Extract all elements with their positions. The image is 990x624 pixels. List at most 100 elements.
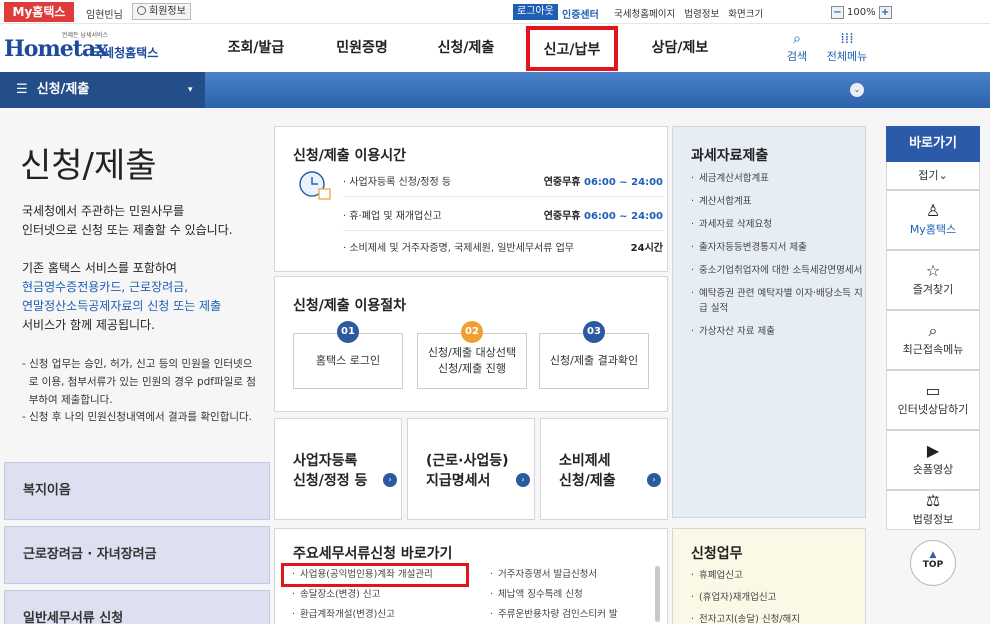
time-days: 연중무휴 [543,177,581,188]
time-row-1: · 사업자등록 신청/정정 등 연중무휴 06:00 ~ 24:00 [343,173,663,197]
step-number-badge: 02 [461,321,483,343]
expand-circle-icon[interactable]: ⌄ [850,83,864,97]
time-row-3: · 소비제세 및 거주자증명, 국제세원, 일반세무서류 업무 24시간 [343,239,663,262]
tax-data-panel: 과세자료제출 세금계산서합계표 계산서합계표 과세자료 삭제요청 출자자등등변경… [672,126,866,518]
step-label: 신청/제출 결과확인 [549,354,639,367]
tax-data-title: 과세자료제출 [691,148,769,164]
quick-recent-menu[interactable]: ⌕ 최근접속메뉴 [886,310,980,370]
arrow-right-icon: › [516,473,530,487]
quick-short-video[interactable]: ▶ 숏폼영상 [886,430,980,490]
docs-scrollbar[interactable] [655,566,660,622]
quick-label: 최근접속메뉴 [902,343,964,356]
logout-button[interactable]: 로그아웃 [513,4,558,20]
logo-korean: 국세청홈택스 [92,46,159,60]
tile-label: 사업자등록 신청/정정 등 [293,451,367,491]
nav-inquiry[interactable]: 조회/발급 [214,24,298,72]
intro-p2-line1: 기존 홈택스 서비스를 포함하여 [22,261,177,275]
nav-application[interactable]: 신청/제출 [424,24,508,72]
step-number-badge: 03 [583,321,605,343]
application-work-item[interactable]: (휴업자)재개업신고 [691,591,863,605]
step-number-badge: 01 [337,321,359,343]
auth-center-link[interactable]: 인증센터 [562,6,599,21]
nav-consult[interactable]: 상담/제보 [638,24,722,72]
payment-statement-tile[interactable]: (근로·사업등) 지급명세서 › [407,418,535,520]
zoom-out-button[interactable]: − [831,5,844,19]
member-info-label: 회원정보 [149,6,186,17]
application-work-item[interactable]: 전자고지(송달) 신청/해지 [691,613,863,624]
intro-paragraph-2: 기존 홈택스 서비스를 포함하여현금영수증전용카드, 근로장려금, 연말정산소득공… [22,259,221,335]
tax-data-item[interactable]: 세금계산서합계표 [691,171,863,186]
application-work-panel: 신청업무 휴폐업신고 (휴업자)재개업신고 전자고지(송달) 신청/해지 [672,528,866,624]
member-info-button[interactable]: 회원정보 [132,3,191,20]
arrow-right-icon: › [647,473,661,487]
earned-income-link[interactable]: 근로장려금 · 자녀장려금 [4,526,270,584]
fold-label: 접기 [918,169,939,182]
consumption-tax-tile[interactable]: 소비제세 신청/제출 › [540,418,668,520]
quick-online-consult[interactable]: ▭ 인터넷상담하기 [886,370,980,430]
sub-nav-title[interactable]: ☰ 신청/제출 [16,72,89,108]
tile-line1: 사업자등록 [293,453,358,469]
intro-paragraph-1: 국세청에서 주관하는 민원사무를 인터넷으로 신청 또는 제출할 수 있습니다. [22,202,233,240]
chevron-down-icon[interactable]: ▾ [188,72,193,108]
person-icon: ♙ [925,201,941,220]
recent-icon: ⌕ [928,321,938,340]
chevron-down-icon: ⌄ [938,169,948,182]
doc-link[interactable]: 체납액 징수특례 신청 [490,585,652,605]
zoom-in-button[interactable]: + [878,5,892,19]
nav-certificate[interactable]: 민원증명 [320,24,404,72]
monitor-icon: ▭ [925,381,941,400]
doc-link[interactable]: 거주자증명서 발급신청서 [490,565,652,585]
step-line2: 신청/제출 진행 [438,362,506,375]
tile-line2: 지급명세서 [426,473,491,489]
tax-data-item[interactable]: 과세자료 삭제요청 [691,217,863,232]
nav-report-payment[interactable]: 신고/납부 [526,26,618,71]
business-registration-tile[interactable]: 사업자등록 신청/정정 등 › [274,418,402,520]
application-work-list: 휴폐업신고 (휴업자)재개업신고 전자고지(송달) 신청/해지 [691,569,863,624]
quick-law-info[interactable]: ⚖ 법령정보 [886,490,980,530]
main-header: 언제든 납세서비스 Hometax 국세청홈택스 조회/발급 민원증명 신청/제… [0,24,990,72]
top-label: TOP [922,560,944,570]
hometax-logo[interactable]: 언제든 납세서비스 Hometax 국세청홈택스 [4,28,174,68]
quick-label: 법령정보 [912,513,954,526]
doc-link[interactable]: 주류운반용차량 검인스티커 발 [490,605,652,624]
note1-line3: 부하여 제출합니다. [28,394,113,406]
note1-line2: 로 이용, 첨부서류가 있는 민원의 경우 pdf파일로 첨 [28,376,256,388]
highlight-box [281,563,469,587]
law-info-link[interactable]: 법령정보 [684,9,719,20]
general-docs-link[interactable]: 일반세무서류 신청 [4,590,270,624]
welfare-link[interactable]: 복지이음 [4,462,270,520]
application-work-item[interactable]: 휴폐업신고 [691,569,863,583]
tax-data-item[interactable]: 예탁증권 관련 예탁자별 이자·배당소득 지급 실적 [691,286,863,316]
nts-homepage-link[interactable]: 국세청홈페이지 [614,9,675,20]
step-label: 신청/제출 대상선택 신청/제출 진행 [428,345,516,377]
tax-data-item[interactable]: 가상자산 자료 제출 [691,324,863,339]
my-hometax-button[interactable]: My홈택스 [4,2,74,22]
time-range: 06:00 ~ 24:00 [583,211,663,222]
intro-p1-line2: 인터넷으로 신청 또는 제출할 수 있습니다. [22,223,233,237]
tax-data-item[interactable]: 출자자등등변경통지서 제출 [691,240,863,255]
quick-menu-fold-button[interactable]: 접기⌄ [886,162,980,190]
intro-p2-line3: 연말정산소득공제자료의 신청 또는 제출 [22,299,222,313]
doc-link[interactable]: 환급계좌개설(변경)신고 [292,605,472,624]
screen-size-label: 화면크기 [728,9,764,20]
intro-note-2: - 신청 후 나의 민원신청내역에서 결과를 확인합니다. [22,411,253,423]
quick-favorites[interactable]: ☆ 즐겨찾기 [886,250,980,310]
time-row-2: · 휴·폐업 및 재개업신고 연중무휴 06:00 ~ 24:00 [343,207,663,231]
tax-data-item[interactable]: 계산서합계표 [691,194,863,209]
time-range: 06:00 ~ 24:00 [583,177,663,188]
intro-p2-line2: 현금영수증전용카드, 근로장려금, [22,280,189,294]
quick-my-hometax[interactable]: ♙ My홈택스 [886,190,980,250]
tile-label: (근로·사업등) 지급명세서 [426,451,509,491]
doc-link[interactable]: 송달장소(변경) 신고 [292,585,472,605]
person-icon [137,6,146,15]
scroll-top-button[interactable]: ▲ TOP [910,540,956,586]
tax-data-item[interactable]: 중소기업취업자에 대한 소득세감면명세서 [691,263,863,278]
star-icon: ☆ [925,261,941,280]
search-button[interactable]: ⌕ 검색 [782,32,812,64]
arrow-right-icon: › [383,473,397,487]
tile-line1: (근로·사업등) [426,453,509,469]
all-menu-button[interactable]: ⁞⁞⁞ 전체메뉴 [822,32,872,64]
application-work-title: 신청업무 [691,546,743,562]
sub-nav-bar: ☰ 신청/제출 ▾ ⌄ [0,72,990,108]
top-utility-bar: My홈택스 임현빈님 회원정보 로그아웃 인증센터 국세청홈페이지 법령정보 화… [0,0,990,24]
